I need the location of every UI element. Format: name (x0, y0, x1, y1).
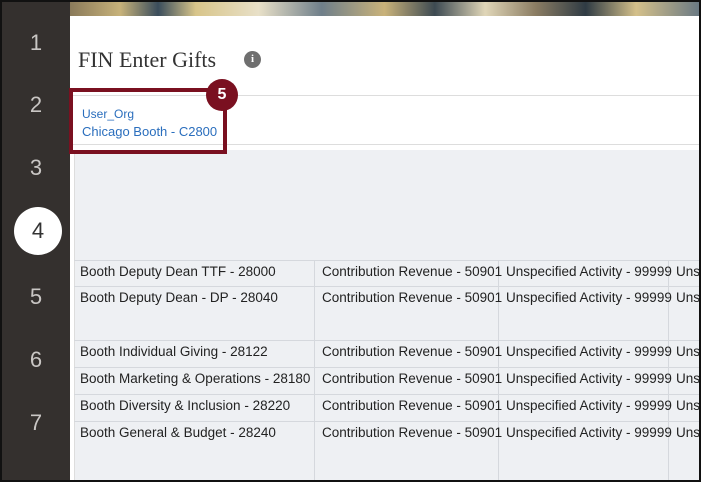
step-3: 3 (29, 155, 43, 180)
activity-cell: Unspecified Activity - 99999 (506, 290, 672, 305)
org-cell: Booth General & Budget - 28240 (80, 425, 276, 440)
step-6: 6 (29, 347, 43, 372)
account-cell: Contribution Revenue - 50901 (322, 371, 503, 386)
org-cell: Booth Deputy Dean TTF - 28000 (80, 264, 276, 279)
table-row[interactable]: Booth Marketing & Operations - 28180 Con… (74, 367, 699, 395)
activity-cell: Unspecified Activity - 99999 (506, 344, 672, 359)
org-cell: Booth Individual Giving - 28122 (80, 344, 268, 359)
truncated-cell: Uns (676, 264, 699, 279)
activity-cell: Unspecified Activity - 99999 (506, 398, 672, 413)
truncated-cell: Uns (676, 344, 699, 359)
activity-cell: Unspecified Activity - 99999 (506, 371, 672, 386)
screenshot-frame: 1 2 3 4 5 6 7 FIN Enter Gifts i User_Org… (0, 0, 701, 482)
table-row[interactable]: Booth Diversity & Inclusion - 28220 Cont… (74, 394, 699, 422)
step-7: 7 (29, 410, 43, 435)
callout-highlight-box (69, 88, 227, 154)
account-cell: Contribution Revenue - 50901 (322, 398, 503, 413)
step-1: 1 (29, 30, 43, 55)
org-cell: Booth Marketing & Operations - 28180 (80, 371, 311, 386)
table-row[interactable]: Booth Deputy Dean - DP - 28040 Contribut… (74, 286, 699, 341)
org-cell: Booth Diversity & Inclusion - 28220 (80, 398, 291, 413)
step-rail: 1 2 3 4 5 6 7 (2, 2, 70, 480)
org-cell: Booth Deputy Dean - DP - 28040 (80, 290, 278, 305)
page-title: FIN Enter Gifts (78, 47, 217, 72)
truncated-cell: Uns (676, 425, 699, 440)
app-main: FIN Enter Gifts i User_Org Chicago Booth… (70, 2, 699, 480)
step-2: 2 (29, 92, 43, 117)
truncated-cell: Uns (676, 398, 699, 413)
callout-number-badge: 5 (206, 79, 238, 111)
table-row[interactable]: Booth Individual Giving - 28122 Contribu… (74, 340, 699, 368)
activity-cell: Unspecified Activity - 99999 (506, 425, 672, 440)
table-row[interactable]: Booth General & Budget - 28240 Contribut… (74, 421, 699, 480)
truncated-cell: Uns (676, 290, 699, 305)
header-banner-image (70, 2, 699, 16)
step-4-active: 4 (14, 207, 62, 255)
step-5: 5 (29, 284, 43, 309)
activity-cell: Unspecified Activity - 99999 (506, 264, 672, 279)
info-icon[interactable]: i (244, 51, 261, 68)
account-cell: Contribution Revenue - 50901 (322, 264, 503, 279)
table-row[interactable]: Booth Deputy Dean TTF - 28000 Contributi… (74, 260, 699, 287)
account-cell: Contribution Revenue - 50901 (322, 344, 503, 359)
truncated-cell: Uns (676, 371, 699, 386)
account-cell: Contribution Revenue - 50901 (322, 425, 503, 440)
account-cell: Contribution Revenue - 50901 (322, 290, 503, 305)
